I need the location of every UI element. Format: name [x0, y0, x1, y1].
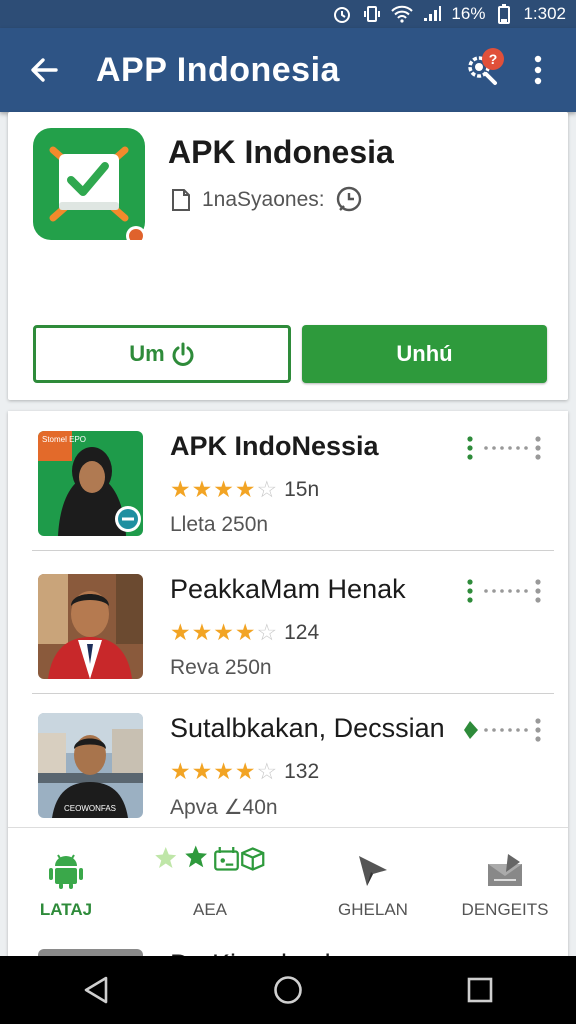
tab-label: DENGEITS [461, 900, 549, 919]
document-icon [172, 189, 190, 211]
app-subtitle: Lleta 250n [170, 513, 269, 536]
nav-home-button[interactable] [258, 960, 318, 1020]
rating-count: 15n [284, 477, 320, 501]
more-dots-icon [467, 436, 541, 460]
power-icon [172, 342, 194, 366]
clock: 1:302 [523, 4, 566, 23]
app-thumbnail: CEOWONFAS [38, 713, 143, 818]
item-more-button[interactable] [464, 435, 544, 461]
item-more-button[interactable] [464, 717, 544, 743]
list-item[interactable]: Stomel EPO APK IndoNessia ★★★★☆ 15n Llet… [8, 411, 568, 551]
vibrate-icon [361, 4, 383, 24]
rating-stars: ★★★★☆ [170, 758, 279, 784]
tab-dengeits[interactable]: DENGEITS [460, 828, 550, 938]
triangle-back-icon [84, 976, 108, 1004]
uninstall-button-label: Um [129, 341, 165, 366]
tab-lataj[interactable]: LATAJ [30, 828, 102, 938]
app-header-card: APK Indonesia 1naSyaones: Um Unhú [8, 112, 568, 400]
divider [32, 550, 554, 551]
status-bar: 16% 1:302 [0, 0, 576, 28]
app-rating: ★★★★☆ 132 [170, 758, 319, 785]
tab-aea[interactable]: AEA [120, 828, 300, 938]
more-dots-icon [464, 718, 541, 742]
app-meta: 1naSyaones: [170, 186, 363, 214]
app-thumbnail: Stomel EPO [38, 431, 143, 536]
overflow-menu-button[interactable] [510, 42, 566, 98]
app-subtitle: Apva ∠40n [170, 796, 278, 819]
battery-percent: 16% [451, 4, 486, 23]
thumb-label: CEOWONFAS [64, 804, 116, 813]
chat-icon [336, 186, 361, 212]
thumb-label: Stomel EPO [42, 435, 86, 444]
tab-label: LATAJ [39, 900, 93, 919]
page-title: APP Indonesia [96, 50, 340, 89]
back-button[interactable] [14, 40, 74, 100]
tray-icon [488, 854, 522, 886]
arrow-icon [359, 856, 387, 886]
signal-icon [421, 4, 443, 24]
app-title: APK IndoNessia [170, 431, 379, 461]
more-vert-icon [534, 55, 542, 85]
tab-label: AEA [192, 900, 228, 919]
search-settings-button[interactable]: ? [454, 42, 510, 98]
system-nav-bar [0, 956, 576, 1024]
bottom-tabs: LATAJ AEA GHELAN DENGEITS [8, 827, 568, 937]
wifi-icon [391, 4, 414, 24]
rating-count: 124 [284, 620, 320, 644]
tab-ghelan[interactable]: GHELAN [320, 828, 426, 938]
app-icon[interactable] [33, 128, 146, 246]
arrow-back-icon [31, 58, 58, 82]
circle-home-icon [274, 976, 302, 1004]
rating-stars: ★★★★☆ [170, 619, 279, 645]
rating-stars: ★★★★☆ [170, 476, 279, 502]
app-meta-text: 1naSyaones: [202, 188, 325, 211]
nav-back-button[interactable] [66, 960, 126, 1020]
list-item[interactable]: PeakkaMam Henak ★★★★☆ 124 Reva 250n [8, 554, 568, 694]
rating-count: 132 [284, 759, 320, 783]
app-rating: ★★★★☆ 15n [170, 476, 319, 503]
item-more-button[interactable] [464, 578, 544, 604]
more-dots-icon [467, 579, 541, 603]
app-bar: APP Indonesia ? [0, 28, 576, 112]
open-button-label: Unhú [396, 341, 453, 366]
square-recents-icon [467, 977, 493, 1003]
app-title: PeakkaMam Henak [170, 574, 406, 604]
nav-recents-button[interactable] [450, 960, 510, 1020]
open-button[interactable]: Unhú [302, 325, 547, 383]
app-thumbnail [38, 574, 143, 679]
stars-icon [155, 845, 265, 871]
android-icon [49, 854, 83, 889]
uninstall-button[interactable]: Um [33, 325, 291, 383]
app-title: Sutalbkakan, Decssian [170, 713, 445, 743]
battery-icon [493, 4, 515, 24]
app-name: APK Indonesia [168, 134, 394, 170]
notification-badge: ? [482, 48, 504, 70]
tab-label: GHELAN [338, 900, 408, 919]
app-subtitle: Reva 250n [170, 656, 272, 679]
list-item[interactable]: CEOWONFAS Sutalbkakan, Decssian ★★★★☆ 13… [8, 693, 568, 833]
app-rating: ★★★★☆ 124 [170, 619, 319, 646]
alarm-icon [331, 4, 353, 24]
